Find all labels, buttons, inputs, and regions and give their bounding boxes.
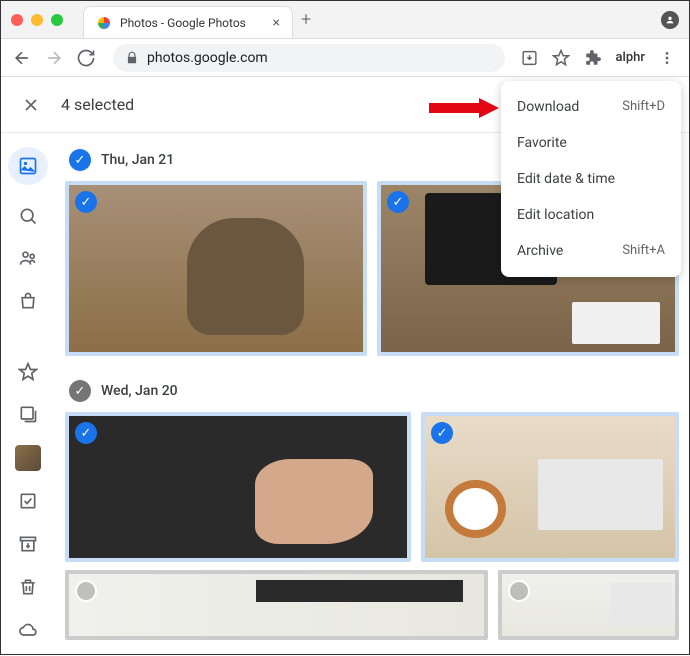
rail-photos[interactable] [8, 147, 48, 185]
rail-favorites[interactable] [15, 359, 41, 384]
forward-button[interactable] [43, 47, 65, 69]
google-photos-favicon [96, 15, 112, 31]
menu-shortcut: Shift+D [622, 99, 665, 115]
reload-button[interactable] [75, 47, 97, 69]
chrome-menu-icon[interactable] [659, 48, 675, 68]
close-selection-button[interactable] [21, 95, 41, 115]
photo-check-icon[interactable] [75, 580, 97, 602]
date-check-icon[interactable]: ✓ [69, 149, 91, 171]
toolbar-actions: alphr [521, 48, 675, 68]
photo-check-icon[interactable]: ✓ [387, 191, 409, 213]
date-label: Thu, Jan 21 [101, 152, 174, 168]
rail-utilities[interactable] [15, 489, 41, 514]
menu-label: Favorite [517, 135, 567, 151]
menu-label: Edit date & time [517, 171, 615, 187]
lock-icon [125, 51, 139, 65]
browser-toolbar: photos.google.com alphr [1, 39, 689, 77]
url-text: photos.google.com [147, 50, 268, 66]
menu-shortcut: Shift+A [622, 243, 665, 259]
window-minimize-button[interactable] [31, 14, 43, 26]
selection-count: 4 selected [61, 95, 134, 114]
menu-download[interactable]: Download Shift+D [501, 89, 681, 125]
rail-albums[interactable] [15, 402, 41, 427]
photo-check-icon[interactable] [508, 580, 530, 602]
date-header[interactable]: ✓ Wed, Jan 20 [65, 374, 679, 412]
new-tab-button[interactable]: + [301, 9, 311, 30]
rail-trash[interactable] [15, 574, 41, 599]
menu-label: Archive [517, 243, 563, 259]
menu-label: Edit location [517, 207, 594, 223]
context-menu: Download Shift+D Favorite Edit date & ti… [501, 81, 681, 277]
photo-grid: ✓ ✓ [65, 412, 679, 562]
photo-grid [65, 570, 679, 640]
photo-check-icon[interactable]: ✓ [75, 422, 97, 444]
address-bar[interactable]: photos.google.com [113, 44, 505, 72]
photo-check-icon[interactable]: ✓ [75, 191, 97, 213]
rail-storage[interactable] [15, 617, 41, 642]
menu-edit-location[interactable]: Edit location [501, 197, 681, 233]
browser-tab[interactable]: Photos - Google Photos × [83, 6, 293, 38]
photo-thumbnail[interactable]: ✓ [65, 181, 367, 356]
photo-thumbnail[interactable] [65, 570, 488, 640]
photo-thumbnail[interactable] [498, 570, 679, 640]
bookmark-star-icon[interactable] [552, 48, 570, 68]
window-maximize-button[interactable] [51, 14, 63, 26]
menu-favorite[interactable]: Favorite [501, 125, 681, 161]
rail-thumbnail[interactable] [15, 445, 41, 471]
menu-edit-date[interactable]: Edit date & time [501, 161, 681, 197]
brand-label: alphr [616, 50, 645, 65]
date-check-icon[interactable]: ✓ [69, 380, 91, 402]
traffic-lights [11, 14, 63, 26]
profile-badge[interactable] [661, 11, 679, 29]
menu-archive[interactable]: Archive Shift+A [501, 233, 681, 269]
back-button[interactable] [11, 47, 33, 69]
extensions-icon[interactable] [584, 48, 602, 68]
rail-archive[interactable] [15, 532, 41, 557]
install-app-icon[interactable] [521, 48, 538, 68]
side-rail [1, 133, 55, 656]
window-titlebar: Photos - Google Photos × + [1, 1, 689, 39]
photo-thumbnail[interactable]: ✓ [65, 412, 411, 562]
tab-close-icon[interactable]: × [273, 15, 280, 31]
photo-check-icon[interactable]: ✓ [431, 422, 453, 444]
window-close-button[interactable] [11, 14, 23, 26]
menu-label: Download [517, 99, 579, 115]
rail-print-store[interactable] [15, 289, 41, 314]
annotation-arrow [429, 93, 499, 123]
tab-title: Photos - Google Photos [120, 16, 265, 30]
photo-thumbnail[interactable]: ✓ [421, 412, 679, 562]
date-label: Wed, Jan 20 [101, 383, 178, 399]
rail-search[interactable] [15, 203, 41, 228]
rail-sharing[interactable] [15, 246, 41, 271]
